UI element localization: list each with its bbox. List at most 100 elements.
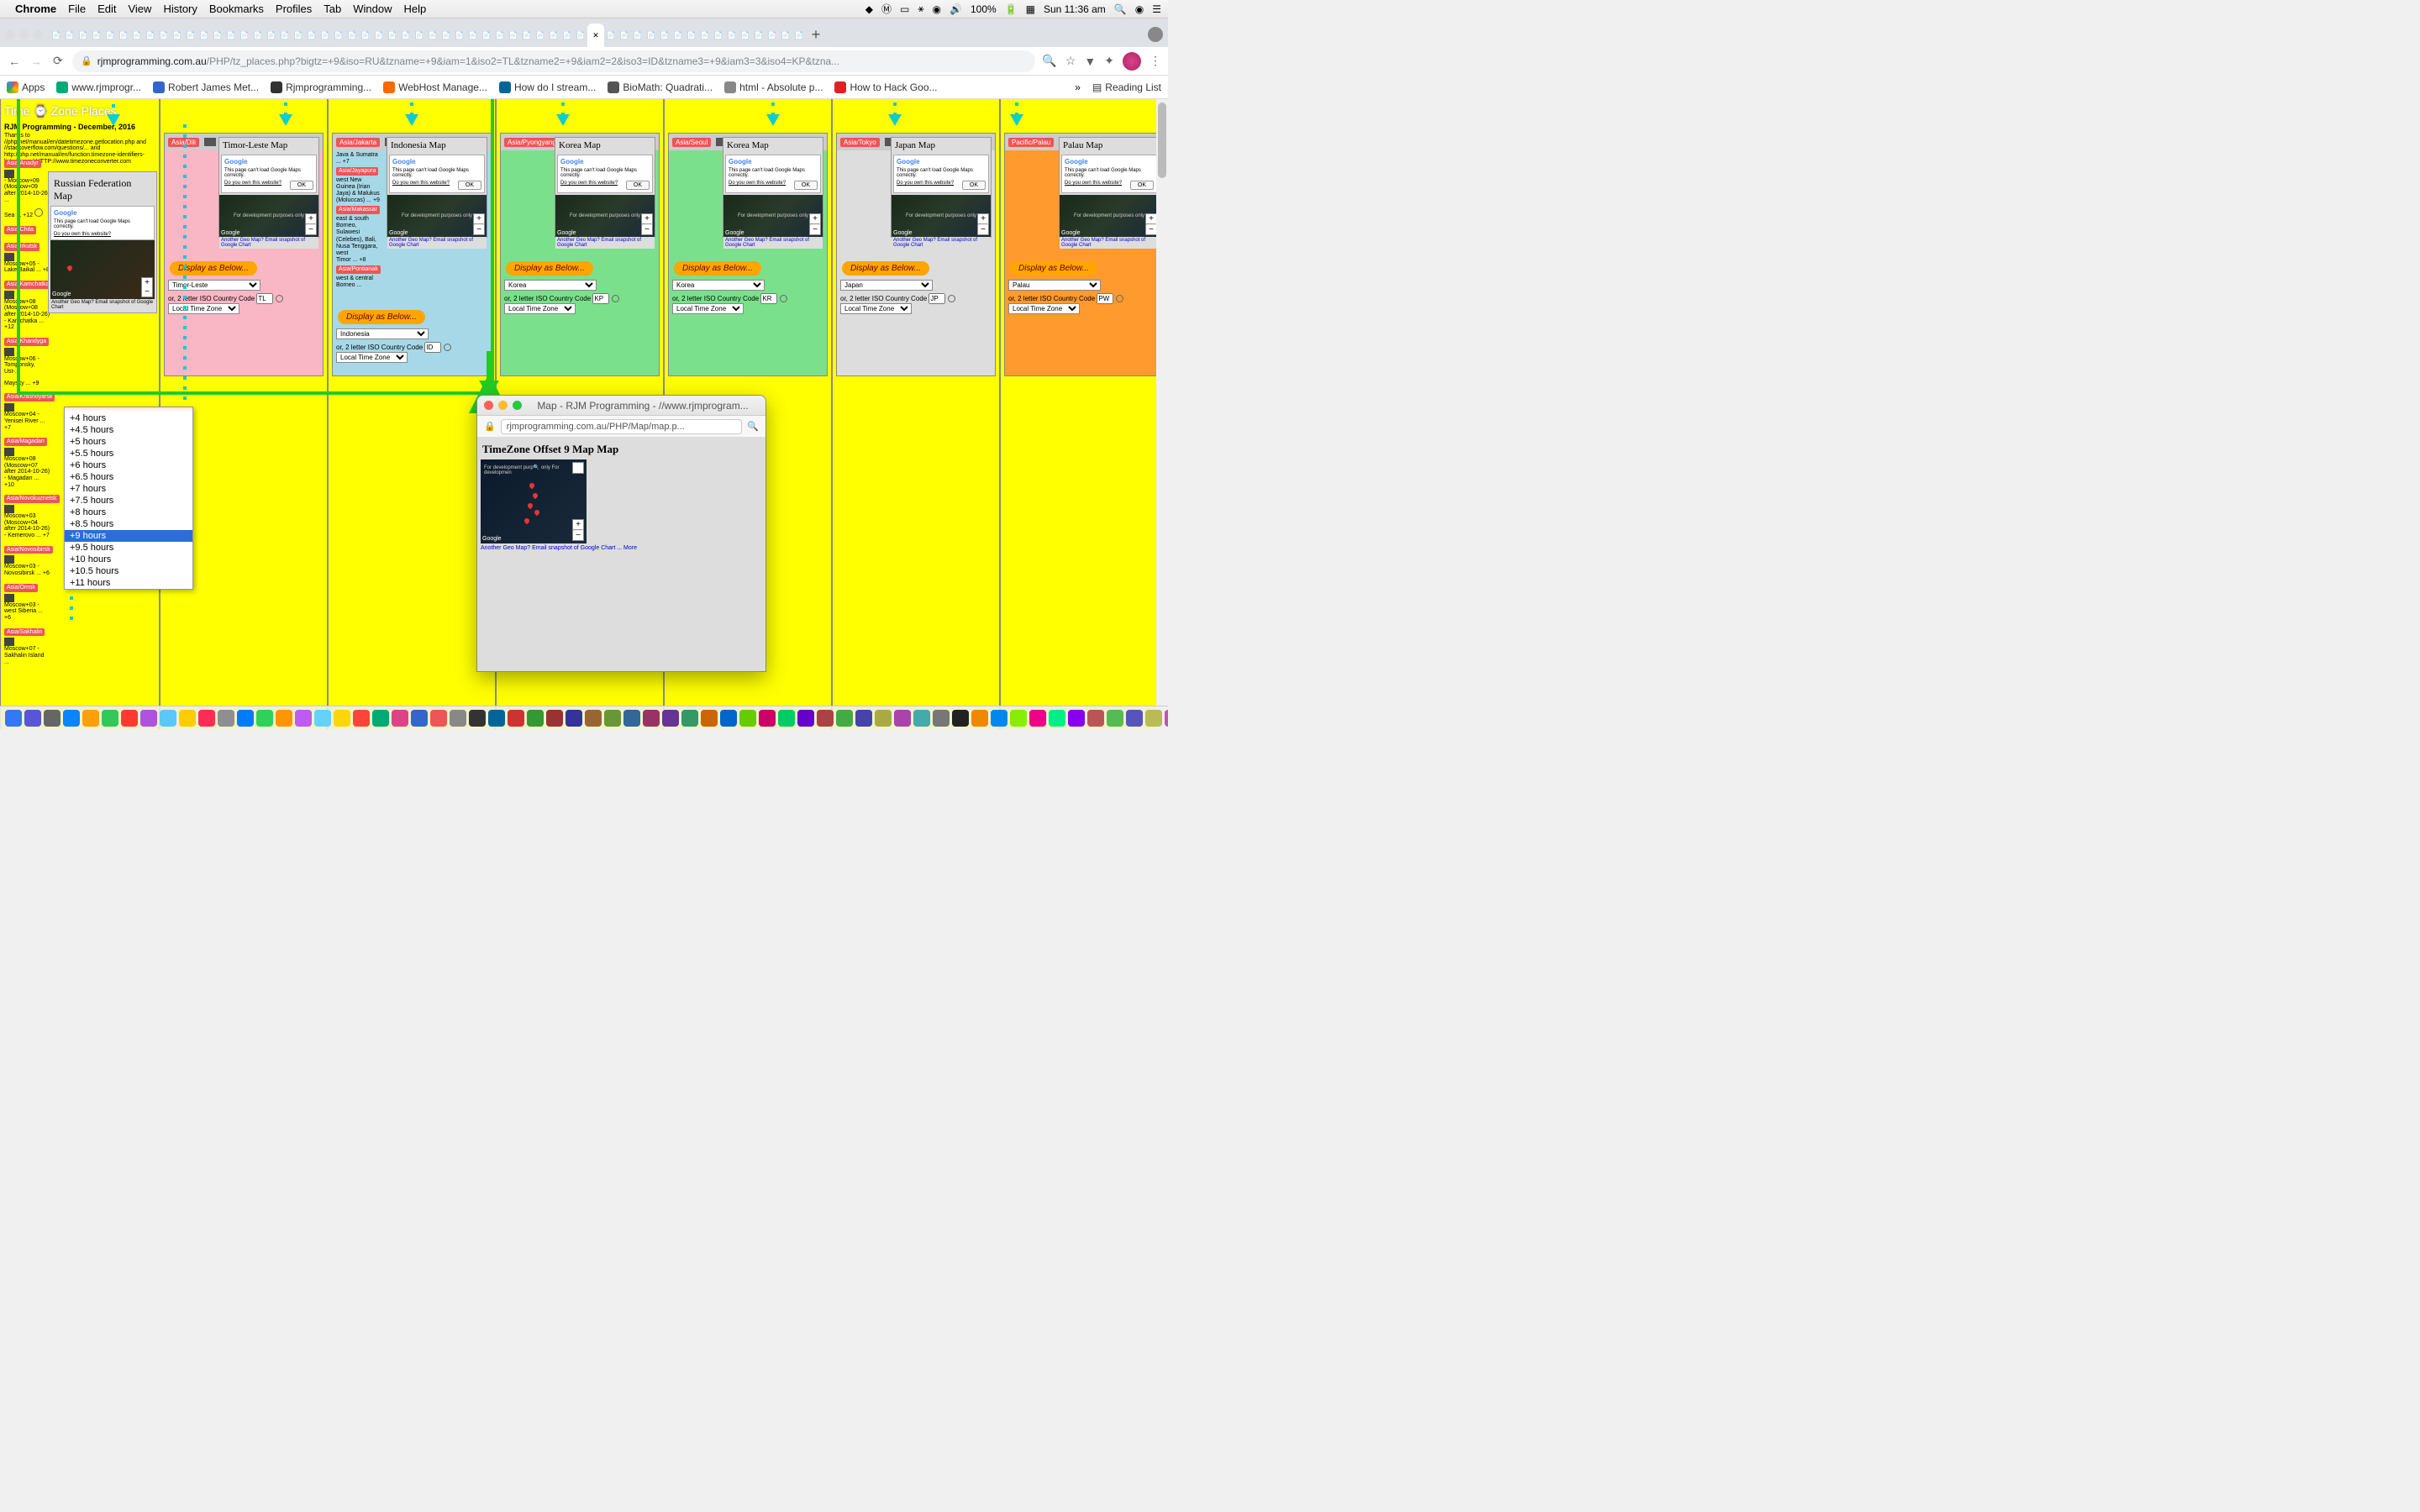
dock-app-icon[interactable] <box>198 710 215 727</box>
lock-icon[interactable]: 🔒 <box>484 421 496 432</box>
browser-tab[interactable]: 📄 <box>130 24 144 47</box>
dock-app-icon[interactable] <box>334 710 350 727</box>
dock-app-icon[interactable] <box>527 710 544 727</box>
dock-app-icon[interactable] <box>1068 710 1085 727</box>
iso-input[interactable] <box>929 293 945 304</box>
tz-badge[interactable]: Asia/Pyongyang <box>504 138 560 147</box>
tz-badge[interactable]: Asia/Omsk <box>4 584 38 592</box>
zoom-control[interactable]: +− <box>809 213 821 235</box>
dropdown-option[interactable]: +4 hours <box>65 412 192 424</box>
browser-tab[interactable]: 📄 <box>265 24 278 47</box>
radio-button[interactable] <box>276 295 283 302</box>
browser-tab[interactable]: 📄 <box>292 24 305 47</box>
browser-tab[interactable]: 📄 <box>520 24 534 47</box>
dock-app-icon[interactable] <box>623 710 640 727</box>
menu-edit[interactable]: Edit <box>97 3 116 15</box>
tz-badge[interactable]: Asia/Novosibirsk <box>4 546 53 554</box>
map-links[interactable]: Another Geo Map? Email snapshot of Googl… <box>387 237 487 249</box>
browser-tab[interactable]: 📄 <box>739 24 752 47</box>
browser-tab[interactable]: 📄 <box>318 24 332 47</box>
browser-tab[interactable]: 📄 <box>712 24 725 47</box>
tz-badge[interactable]: Asia/Tokyo <box>840 138 880 147</box>
menu-tab[interactable]: Tab <box>324 3 341 15</box>
gmap-own-link[interactable]: Do you own this website? <box>1065 181 1122 186</box>
dock-app-icon[interactable] <box>1087 710 1104 727</box>
browser-tab[interactable]: 📄 <box>386 24 399 47</box>
dropdown-option[interactable]: +6.5 hours <box>65 471 192 483</box>
ok-button[interactable]: OK <box>1130 181 1154 190</box>
tab-overflow-button[interactable] <box>1148 27 1163 42</box>
dock-app-icon[interactable] <box>392 710 408 727</box>
dock-app-icon[interactable] <box>218 710 234 727</box>
menu-profiles[interactable]: Profiles <box>276 3 312 15</box>
menu-window[interactable]: Window <box>353 3 392 15</box>
dock-app-icon[interactable] <box>411 710 428 727</box>
search-icon[interactable]: 🔍 <box>1042 54 1056 68</box>
window-controls[interactable] <box>5 30 43 39</box>
zoom-control[interactable]: +− <box>473 213 485 235</box>
browser-tab[interactable]: 📄 <box>574 24 587 47</box>
dock-app-icon[interactable] <box>546 710 563 727</box>
dock-app-icon[interactable] <box>701 710 718 727</box>
dropdown-option[interactable]: +7 hours <box>65 483 192 495</box>
dock-app-icon[interactable] <box>720 710 737 727</box>
zoom-control[interactable]: +− <box>305 213 317 235</box>
browser-tab[interactable]: 📄 <box>50 24 63 47</box>
dock-app-icon[interactable] <box>256 710 273 727</box>
close-icon[interactable] <box>484 401 493 410</box>
dock-app-icon[interactable] <box>1107 710 1123 727</box>
browser-tab[interactable]: 📄 <box>792 24 806 47</box>
tz-badge[interactable]: Asia/Sakhalin <box>4 628 45 637</box>
browser-tab[interactable]: 📄 <box>278 24 292 47</box>
tz-badge[interactable]: Asia/Anadyr <box>4 160 41 168</box>
bookmark-item[interactable]: Rjmprogramming... <box>271 81 371 93</box>
gmap-own-link[interactable]: Do you own this website? <box>224 181 281 186</box>
zoom-icon[interactable] <box>513 401 522 410</box>
dock-app-icon[interactable] <box>797 710 814 727</box>
zoom-control[interactable]: +− <box>641 213 653 235</box>
browser-tab[interactable]: 📄 <box>211 24 224 47</box>
browser-tab[interactable]: 📄 <box>103 24 117 47</box>
dropdown-option[interactable]: +7.5 hours <box>65 495 192 507</box>
dock-app-icon[interactable] <box>1010 710 1027 727</box>
radio-button[interactable] <box>780 295 787 302</box>
display-button[interactable]: Display as Below... <box>842 261 929 276</box>
brave-icon[interactable]: ▼ <box>1084 55 1096 68</box>
dock-app-icon[interactable] <box>372 710 389 727</box>
browser-tab[interactable]: 📄 <box>224 24 238 47</box>
dock-app-icon[interactable] <box>450 710 466 727</box>
dock-app-icon[interactable] <box>5 710 22 727</box>
dropdown-option[interactable]: +10 hours <box>65 554 192 565</box>
country-select[interactable]: Palau <box>1008 280 1101 291</box>
browser-tab[interactable]: 📄 <box>372 24 386 47</box>
dropdown-option[interactable]: +8.5 hours <box>65 518 192 530</box>
airplay-icon[interactable]: ▭ <box>900 3 909 15</box>
map-links[interactable]: Another Geo Map? Email snapshot of Googl… <box>892 237 991 249</box>
dock-app-icon[interactable] <box>1029 710 1046 727</box>
dock-app-icon[interactable] <box>585 710 602 727</box>
tz-badge[interactable]: Pacific/Palau <box>1008 138 1054 147</box>
browser-tab[interactable]: 📄 <box>171 24 184 47</box>
browser-tab[interactable]: 📄 <box>359 24 372 47</box>
dock-app-icon[interactable] <box>121 710 138 727</box>
browser-tab[interactable]: 📄 <box>238 24 251 47</box>
browser-tab[interactable]: 📄 <box>345 24 359 47</box>
dock-app-icon[interactable] <box>179 710 196 727</box>
radio-button[interactable] <box>612 295 619 302</box>
map-links[interactable]: Another Geo Map? Email snapshot of Googl… <box>723 237 823 249</box>
dock-app-icon[interactable] <box>102 710 118 727</box>
iso-input[interactable] <box>592 293 609 304</box>
iso-input[interactable] <box>760 293 777 304</box>
dropdown-option[interactable]: +10.5 hours <box>65 565 192 577</box>
display-button[interactable]: Display as Below... <box>338 310 425 324</box>
browser-tab[interactable]: 📄 <box>399 24 413 47</box>
dock-app-icon[interactable] <box>643 710 660 727</box>
fullscreen-icon[interactable] <box>572 462 584 474</box>
bookmark-item[interactable]: How to Hack Goo... <box>834 81 937 93</box>
dock-app-icon[interactable] <box>971 710 988 727</box>
ok-button[interactable]: OK <box>458 181 481 190</box>
popup-titlebar[interactable]: Map - RJM Programming - //www.rjmprogram… <box>477 396 765 416</box>
iso-input[interactable] <box>424 342 441 353</box>
status-icon[interactable]: ◆ <box>865 3 873 15</box>
popup-links[interactable]: Another Geo Map? Email snapshot of Googl… <box>481 543 762 553</box>
